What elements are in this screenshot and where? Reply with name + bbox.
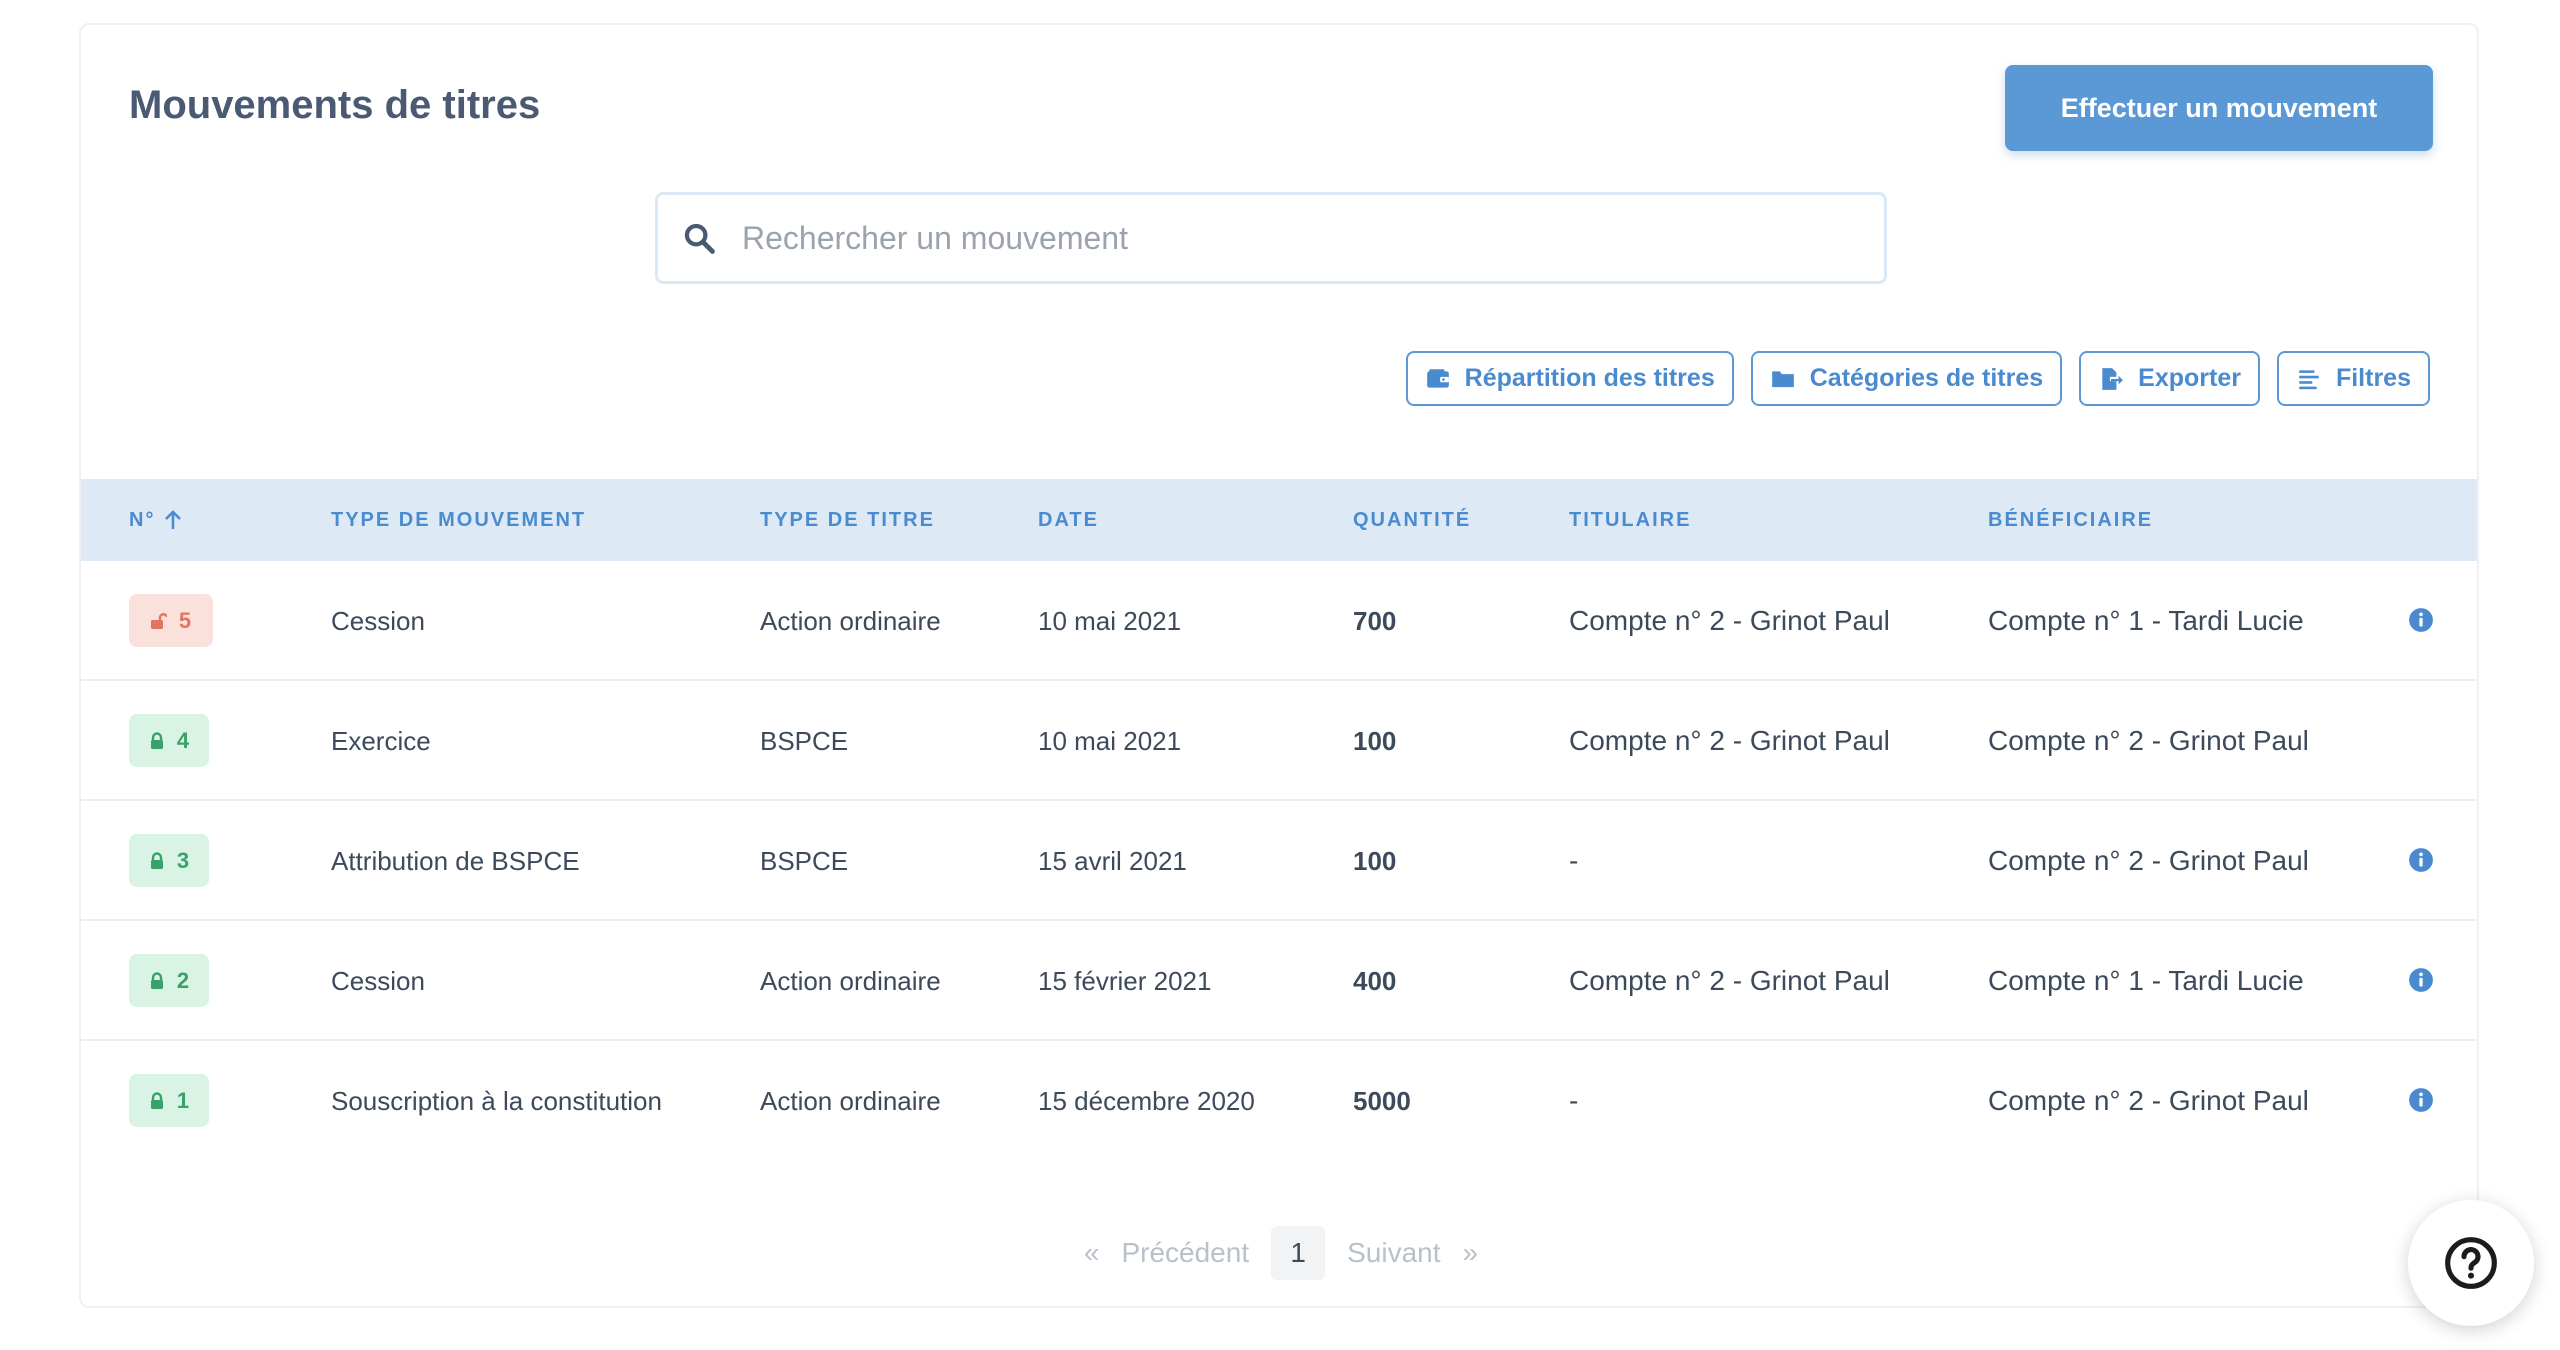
previous-page-link[interactable]: Précédent <box>1121 1237 1249 1269</box>
quantite-cell: 400 <box>1353 965 1397 996</box>
column-header-quantite[interactable]: Quantité <box>1353 479 1471 561</box>
export-button[interactable]: Exporter <box>2079 351 2260 406</box>
export-label: Exporter <box>2138 364 2241 392</box>
type-mouvement-cell: Cession <box>331 605 425 636</box>
toolbar: Répartition des titres Catégories de tit… <box>1405 351 2430 406</box>
search-input[interactable] <box>740 218 1844 258</box>
help-button[interactable] <box>2408 1200 2534 1326</box>
type-titre-cell: Action ordinaire <box>760 1085 941 1116</box>
type-titre-cell: Action ordinaire <box>760 605 941 636</box>
quantite-cell: 100 <box>1353 725 1397 756</box>
categories-label: Catégories de titres <box>1809 364 2044 392</box>
movement-number: 5 <box>178 607 192 633</box>
last-page-link[interactable]: » <box>1463 1237 1479 1269</box>
date-cell: 10 mai 2021 <box>1038 725 1182 756</box>
column-header-num[interactable]: N° <box>129 479 183 561</box>
type-titre-cell: BSPCE <box>760 845 849 876</box>
date-cell: 15 avril 2021 <box>1038 845 1187 876</box>
repartition-label: Répartition des titres <box>1464 364 1715 392</box>
new-movement-button[interactable]: Effectuer un mouvement <box>2005 65 2433 151</box>
info-icon[interactable] <box>2408 847 2434 873</box>
info-icon[interactable] <box>2408 607 2434 633</box>
date-cell: 15 février 2021 <box>1038 965 1212 996</box>
beneficiaire-cell: Compte n° 2 - Grinot Paul <box>1988 1085 2309 1116</box>
lock-icon <box>150 851 163 869</box>
table-row[interactable]: 5 Cession Action ordinaire 10 mai 2021 700 Co… <box>81 561 2477 681</box>
pagination: « Précédent 1 Suivant » <box>81 1225 2477 1281</box>
type-mouvement-cell: Cession <box>331 965 425 996</box>
column-header-beneficiaire[interactable]: Bénéficiaire <box>1988 479 2153 561</box>
folder-icon <box>1771 370 1794 387</box>
movement-number: 3 <box>176 847 190 873</box>
info-icon[interactable] <box>2408 967 2434 993</box>
column-header-type-mouvement[interactable]: Type de mouvement <box>331 479 586 561</box>
titulaire-cell: Compte n° 2 - Grinot Paul <box>1569 725 1890 756</box>
type-mouvement-cell: Exercice <box>331 725 431 756</box>
type-mouvement-cell: Souscription à la constitution <box>331 1085 662 1116</box>
movement-number-badge: 2 <box>129 954 209 1007</box>
table-row[interactable]: 2 Cession Action ordinaire 15 février 2021 4… <box>81 921 2477 1041</box>
table-row[interactable]: 3 Attribution de BSPCE BSPCE 15 avril 2021 1… <box>81 801 2477 921</box>
date-cell: 15 décembre 2020 <box>1038 1085 1255 1116</box>
beneficiaire-cell: Compte n° 1 - Tardi Lucie <box>1988 965 2304 996</box>
movement-number: 4 <box>176 727 190 753</box>
movements-card: Mouvements de titres Effectuer un mouvem… <box>79 23 2479 1308</box>
beneficiaire-cell: Compte n° 2 - Grinot Paul <box>1988 725 2309 756</box>
column-header-titulaire[interactable]: Titulaire <box>1569 479 1691 561</box>
movement-number: 2 <box>176 967 190 993</box>
beneficiaire-cell: Compte n° 1 - Tardi Lucie <box>1988 605 2304 636</box>
info-icon[interactable] <box>2408 1087 2434 1113</box>
quantite-cell: 700 <box>1353 605 1397 636</box>
filters-button[interactable]: Filtres <box>2276 351 2430 406</box>
movement-number: 1 <box>176 1087 190 1113</box>
quantite-cell: 5000 <box>1353 1085 1411 1116</box>
page-title: Mouvements de titres <box>129 83 541 127</box>
unlock-icon <box>150 612 167 629</box>
type-titre-cell: BSPCE <box>760 725 849 756</box>
categories-button[interactable]: Catégories de titres <box>1750 351 2063 406</box>
column-header-type-titre[interactable]: Type de titre <box>760 479 935 561</box>
wallet-icon <box>1426 368 1449 388</box>
question-icon <box>2445 1237 2497 1289</box>
movement-number-badge: 3 <box>129 834 209 887</box>
lock-icon <box>150 971 163 989</box>
type-mouvement-cell: Attribution de BSPCE <box>331 845 580 876</box>
table-header: N° Type de mouvement Type de titre Date … <box>81 479 2477 561</box>
filter-lines-icon <box>2299 369 2319 389</box>
current-page[interactable]: 1 <box>1271 1226 1326 1280</box>
arrow-up-icon <box>165 510 182 529</box>
beneficiaire-cell: Compte n° 2 - Grinot Paul <box>1988 845 2309 876</box>
movement-number-badge: 1 <box>129 1074 209 1127</box>
lock-icon <box>150 731 163 749</box>
table-row[interactable]: 1 Souscription à la constitution Action or… <box>81 1041 2477 1161</box>
file-export-icon <box>2102 367 2124 390</box>
next-page-link[interactable]: Suivant <box>1347 1237 1440 1269</box>
titulaire-cell: - <box>1569 1085 1579 1116</box>
column-header-date[interactable]: Date <box>1038 479 1099 561</box>
type-titre-cell: Action ordinaire <box>760 965 941 996</box>
date-cell: 10 mai 2021 <box>1038 605 1182 636</box>
filters-label: Filtres <box>2335 364 2411 392</box>
lock-icon <box>150 1091 163 1109</box>
titulaire-cell: Compte n° 2 - Grinot Paul <box>1569 965 1890 996</box>
titulaire-cell: - <box>1569 845 1579 876</box>
search-box <box>655 192 1887 284</box>
movement-number-badge: 5 <box>129 594 213 647</box>
repartition-button[interactable]: Répartition des titres <box>1405 351 1734 406</box>
titulaire-cell: Compte n° 2 - Grinot Paul <box>1569 605 1890 636</box>
movement-number-badge: 4 <box>129 714 209 767</box>
quantite-cell: 100 <box>1353 845 1397 876</box>
first-page-link[interactable]: « <box>1084 1237 1100 1269</box>
search-icon <box>684 223 715 254</box>
table-row[interactable]: 4 Exercice BSPCE 10 mai 2021 100 Compte n° 2 … <box>81 681 2477 801</box>
